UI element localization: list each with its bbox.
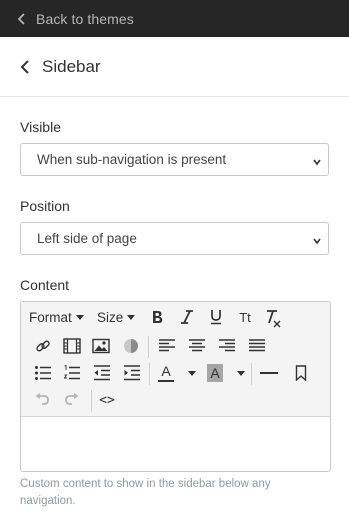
chevron-down-icon: [312, 155, 322, 166]
back-to-themes-label: Back to themes: [36, 10, 134, 27]
undo-button[interactable]: [32, 390, 52, 410]
format-menu-label: Format: [29, 309, 72, 325]
source-code-icon: <>: [99, 392, 115, 408]
indent-icon: [123, 365, 141, 381]
content-label: Content: [20, 277, 70, 293]
visible-select-value: When sub-navigation is present: [37, 152, 227, 167]
horizontal-rule-icon: [260, 371, 278, 375]
align-left-icon: [158, 339, 176, 353]
bold-button[interactable]: [147, 307, 167, 327]
align-right-icon: [218, 339, 236, 353]
back-arrow-icon[interactable]: [18, 58, 32, 76]
text-color-swatch: [158, 380, 174, 382]
size-menu-label: Size: [97, 309, 124, 325]
text-color-icon: A: [158, 363, 174, 383]
align-right-button[interactable]: [217, 336, 237, 356]
outdent-icon: [93, 365, 111, 381]
clear-format-button[interactable]: [263, 307, 283, 329]
numbered-list-icon: [63, 365, 81, 381]
content-help-text: Custom content to show in the sidebar be…: [20, 478, 271, 507]
bookmark-icon: [295, 365, 307, 381]
format-menu-button[interactable]: Format: [29, 309, 84, 325]
link-icon: [35, 338, 51, 354]
underline-icon: [209, 309, 223, 325]
numbered-list-button[interactable]: [62, 363, 82, 383]
italic-icon: [180, 309, 194, 325]
outdent-button[interactable]: [92, 363, 112, 383]
size-menu-button[interactable]: Size: [97, 309, 136, 325]
toolbar-divider: [149, 363, 150, 385]
background-color-button[interactable]: A: [207, 362, 245, 384]
caret-down-icon: [237, 370, 245, 376]
link-button[interactable]: [33, 336, 53, 356]
redo-button[interactable]: [62, 390, 82, 410]
clear-format-icon: [264, 308, 282, 328]
align-left-button[interactable]: [157, 336, 177, 356]
indent-button[interactable]: [122, 363, 142, 383]
background-color-glyph: A: [210, 365, 220, 381]
toolbar-divider: [91, 390, 92, 412]
image-button[interactable]: [91, 336, 111, 356]
contrast-icon: [123, 338, 139, 354]
position-select-value: Left side of page: [37, 231, 137, 246]
bookmark-button[interactable]: [291, 363, 311, 383]
chevron-down-icon: [312, 234, 322, 245]
chevron-left-icon: [16, 12, 28, 26]
text-color-glyph: A: [161, 363, 171, 379]
section-header: Sidebar: [0, 37, 349, 97]
redo-icon: [64, 393, 80, 407]
caret-down-icon: [75, 314, 84, 320]
caret-down-icon: [127, 314, 136, 320]
toolbar-divider: [148, 336, 149, 358]
video-icon: [63, 338, 81, 354]
bold-icon: [150, 309, 164, 325]
bullet-list-icon: [34, 365, 52, 381]
background-color-icon: A: [207, 364, 223, 382]
editor-content-area[interactable]: [21, 417, 330, 471]
text-color-button[interactable]: A: [158, 362, 196, 384]
page-title: Sidebar: [42, 56, 101, 76]
toolbar-divider: [251, 363, 252, 385]
text-transform-icon: Tt: [239, 309, 251, 325]
editor-toolbar: Format Size Tt A A <>: [21, 302, 330, 417]
undo-icon: [34, 393, 50, 407]
justify-icon: [248, 339, 266, 353]
italic-button[interactable]: [177, 307, 197, 327]
back-to-themes-link[interactable]: Back to themes: [0, 0, 349, 37]
rich-text-editor: Format Size Tt A A <>: [20, 301, 331, 472]
caret-down-icon: [188, 370, 196, 376]
align-center-button[interactable]: [187, 336, 207, 356]
horizontal-rule-button[interactable]: [259, 363, 279, 383]
underline-button[interactable]: [206, 307, 226, 327]
align-center-icon: [188, 339, 206, 353]
source-code-button[interactable]: <>: [97, 390, 117, 410]
contrast-button[interactable]: [121, 336, 141, 356]
bullet-list-button[interactable]: [33, 363, 53, 383]
video-button[interactable]: [62, 336, 82, 356]
image-icon: [92, 338, 110, 354]
justify-button[interactable]: [247, 336, 267, 356]
visible-label: Visible: [20, 119, 61, 135]
position-label: Position: [20, 198, 70, 214]
position-select[interactable]: Left side of page: [20, 222, 329, 255]
text-transform-button[interactable]: Tt: [235, 307, 255, 327]
visible-select[interactable]: When sub-navigation is present: [20, 143, 329, 176]
